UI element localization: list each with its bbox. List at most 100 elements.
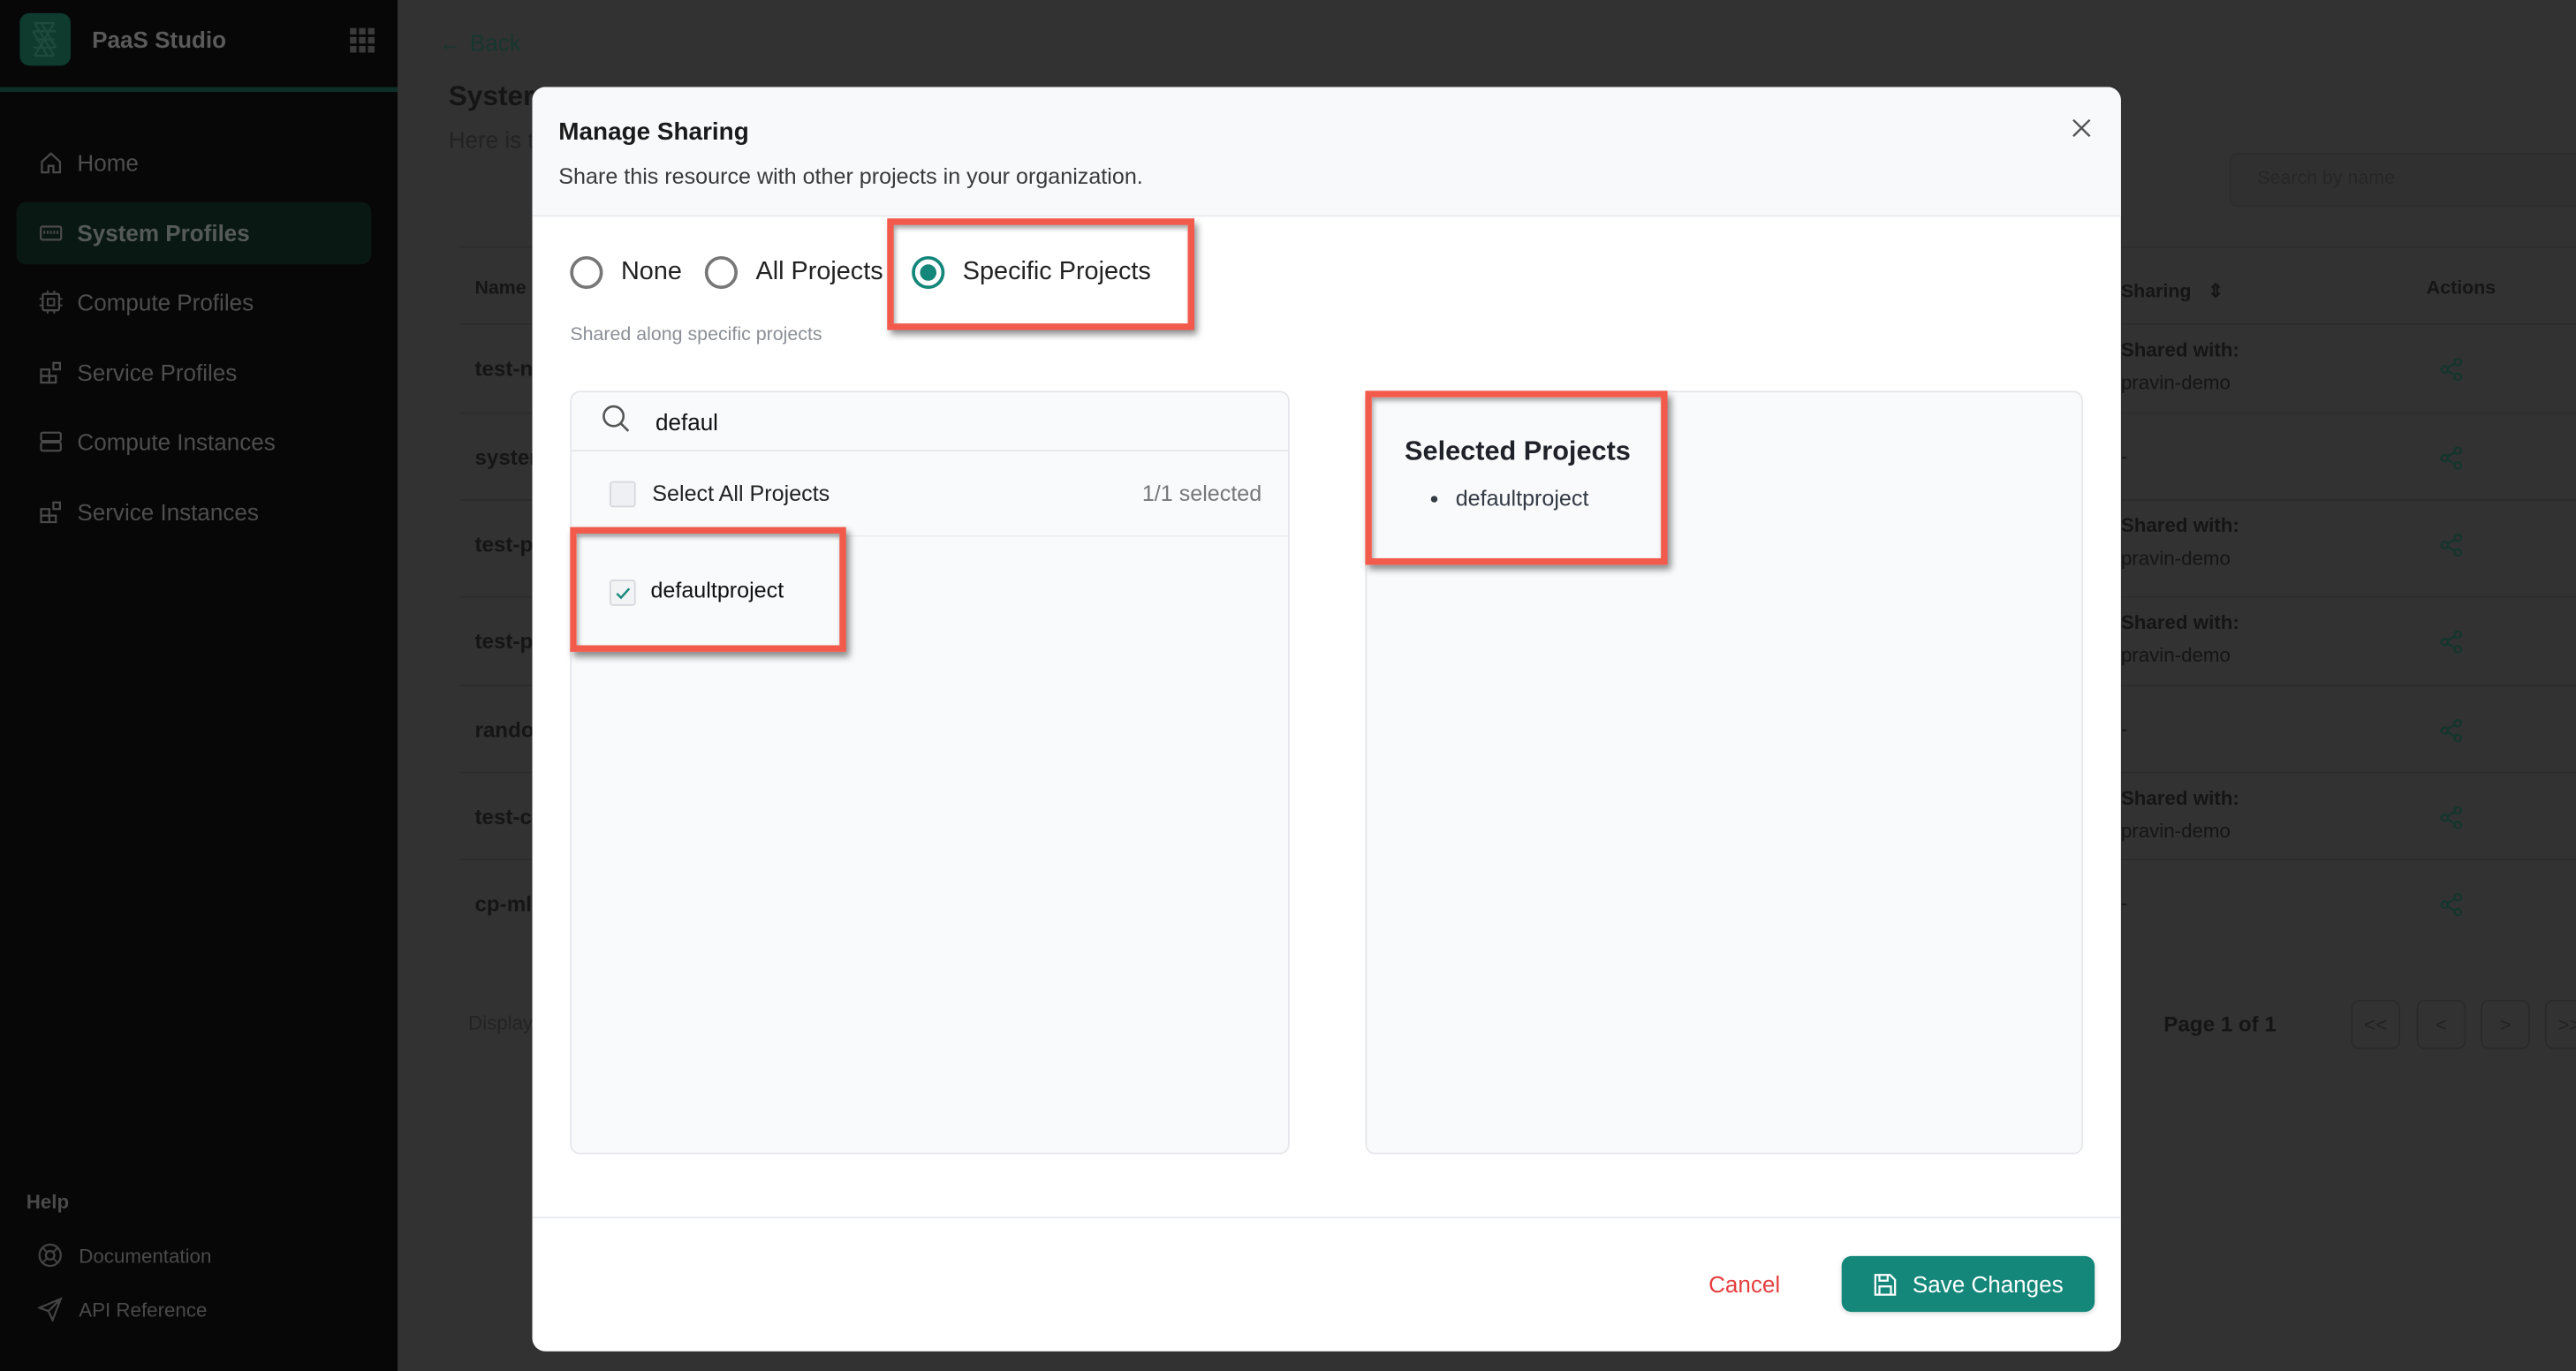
row-shared-value: - xyxy=(2120,891,2128,915)
sidebar-item-label: Service Profiles xyxy=(77,360,238,386)
save-icon xyxy=(1874,1273,1897,1295)
project-search[interactable]: defaul xyxy=(572,392,1289,452)
radio-label: None xyxy=(620,257,682,286)
prev-page-button[interactable]: < xyxy=(2416,999,2466,1049)
cancel-button[interactable]: Cancel xyxy=(1708,1271,1780,1298)
sidebar-item-service-instances[interactable]: Service Instances xyxy=(17,481,372,544)
apps-grid-icon[interactable] xyxy=(350,27,375,61)
radio-all-projects[interactable]: All Projects xyxy=(704,255,883,290)
help-item-label: API Reference xyxy=(79,1298,208,1322)
footer-divider xyxy=(532,1216,2121,1219)
back-label: Back xyxy=(469,29,521,57)
sidebar-item-label: System Profiles xyxy=(77,220,250,246)
sidebar-item-label: Compute Instances xyxy=(77,428,276,455)
row-shared-value: pravin-demo xyxy=(2120,546,2231,570)
row-shared-value: pravin-demo xyxy=(2120,643,2231,667)
row-name[interactable]: test-n xyxy=(474,356,533,381)
sidebar-item-compute-profiles[interactable]: Compute Profiles xyxy=(17,271,372,334)
modal-subtitle: Share this resource with other projects … xyxy=(558,163,1143,189)
page-indicator: Page 1 of 1 xyxy=(2163,1011,2277,1036)
sidebar-item-label: Service Instances xyxy=(77,499,259,526)
last-page-button[interactable]: >> xyxy=(2544,999,2576,1049)
sidebar-item-home[interactable]: Home xyxy=(17,132,372,194)
modal-header: Manage Sharing Share this resource with … xyxy=(532,87,2121,217)
column-header-sharing[interactable]: Sharing ⇕ xyxy=(2121,279,2224,302)
row-name[interactable]: syster xyxy=(474,445,537,470)
row-shared-label: Shared with: xyxy=(2120,610,2239,634)
search-input[interactable]: Search by name xyxy=(2229,152,2576,208)
page-subtitle: Here is t xyxy=(448,126,534,153)
radio-none[interactable]: None xyxy=(570,255,682,290)
selected-count: 1/1 selected xyxy=(1141,481,1262,506)
help-item-label: Documentation xyxy=(79,1243,212,1267)
row-name[interactable]: cp-ml xyxy=(474,891,531,916)
help-item-api-reference[interactable]: API Reference xyxy=(37,1297,208,1322)
highlight-box xyxy=(570,526,846,652)
row-shared-value: pravin-demo xyxy=(2120,819,2231,843)
logo xyxy=(19,12,71,66)
save-label: Save Changes xyxy=(1912,1270,2064,1298)
header-divider xyxy=(0,87,398,93)
sharing-hint: Shared along specific projects xyxy=(570,325,822,345)
share-icon[interactable] xyxy=(2440,806,2463,829)
sharing-header-label: Sharing xyxy=(2120,282,2192,303)
search-icon xyxy=(602,405,630,432)
next-page-button[interactable]: > xyxy=(2481,999,2530,1049)
row-shared-value: - xyxy=(2120,717,2128,741)
column-header-name[interactable]: Name xyxy=(474,279,526,299)
select-all-label: Select All Projects xyxy=(652,481,830,506)
share-icon[interactable] xyxy=(2440,893,2463,917)
share-icon[interactable] xyxy=(2440,719,2463,743)
row-name[interactable]: test-c xyxy=(474,805,532,829)
row-shared-label: Shared with: xyxy=(2120,513,2239,537)
display-text: Display xyxy=(468,1011,534,1034)
sidebar: PaaS Studio Home System Profiles Compute… xyxy=(0,0,398,1371)
first-page-button[interactable]: << xyxy=(2351,999,2401,1049)
radio-label: All Projects xyxy=(755,257,883,286)
save-changes-button[interactable]: Save Changes xyxy=(1841,1255,2095,1313)
share-icon[interactable] xyxy=(2440,446,2463,470)
page-title: Syster xyxy=(448,80,534,112)
sidebar-item-system-profiles[interactable]: System Profiles xyxy=(16,201,372,265)
row-name[interactable]: rando xyxy=(474,717,534,742)
highlight-box xyxy=(887,218,1195,330)
keyboard-icon xyxy=(40,225,63,241)
share-icon[interactable] xyxy=(2440,534,2463,557)
sidebar-item-label: Home xyxy=(77,149,139,176)
select-all-checkbox[interactable] xyxy=(609,481,636,508)
search-placeholder: Search by name xyxy=(2257,169,2395,189)
sidebar-item-service-profiles[interactable]: Service Profiles xyxy=(17,342,372,405)
column-header-actions: Actions xyxy=(2426,278,2496,299)
back-link[interactable]: ← Back xyxy=(439,29,521,56)
row-shared-value: pravin-demo xyxy=(2120,371,2231,395)
cpu-icon xyxy=(39,290,63,314)
lifebuoy-icon xyxy=(38,1243,62,1268)
help-item-documentation[interactable]: Documentation xyxy=(38,1243,212,1268)
arrow-left-icon: ← xyxy=(438,29,462,57)
radio-circle[interactable] xyxy=(570,255,603,290)
sidebar-item-label: Compute Profiles xyxy=(77,289,254,315)
row-shared-label: Shared with: xyxy=(2120,786,2239,810)
manage-sharing-modal: Manage Sharing Share this resource with … xyxy=(532,87,2121,1352)
row-name[interactable]: test-p xyxy=(474,532,533,557)
blocks-icon xyxy=(40,501,61,524)
close-icon[interactable] xyxy=(2072,117,2091,146)
row-shared-value: - xyxy=(2120,444,2128,468)
row-name[interactable]: test-p xyxy=(474,629,533,654)
sort-icon[interactable]: ⇕ xyxy=(2208,283,2224,302)
radio-circle[interactable] xyxy=(704,255,739,290)
select-all-row[interactable]: Select All Projects 1/1 selected xyxy=(572,451,1289,537)
server-icon xyxy=(40,431,62,452)
share-icon[interactable] xyxy=(2440,630,2463,654)
blocks-icon xyxy=(40,361,61,384)
highlight-box xyxy=(1365,390,1668,565)
row-shared-label: Shared with: xyxy=(2120,337,2239,361)
help-heading: Help xyxy=(26,1190,70,1214)
share-icon[interactable] xyxy=(2440,358,2463,382)
send-icon xyxy=(37,1297,63,1322)
project-list-panel: defaul Select All Projects 1/1 selected … xyxy=(570,390,1290,1155)
sidebar-item-compute-instances[interactable]: Compute Instances xyxy=(17,411,372,473)
brand-name: PaaS Studio xyxy=(92,26,227,53)
search-value: defaul xyxy=(655,408,718,436)
modal-title: Manage Sharing xyxy=(558,117,749,147)
